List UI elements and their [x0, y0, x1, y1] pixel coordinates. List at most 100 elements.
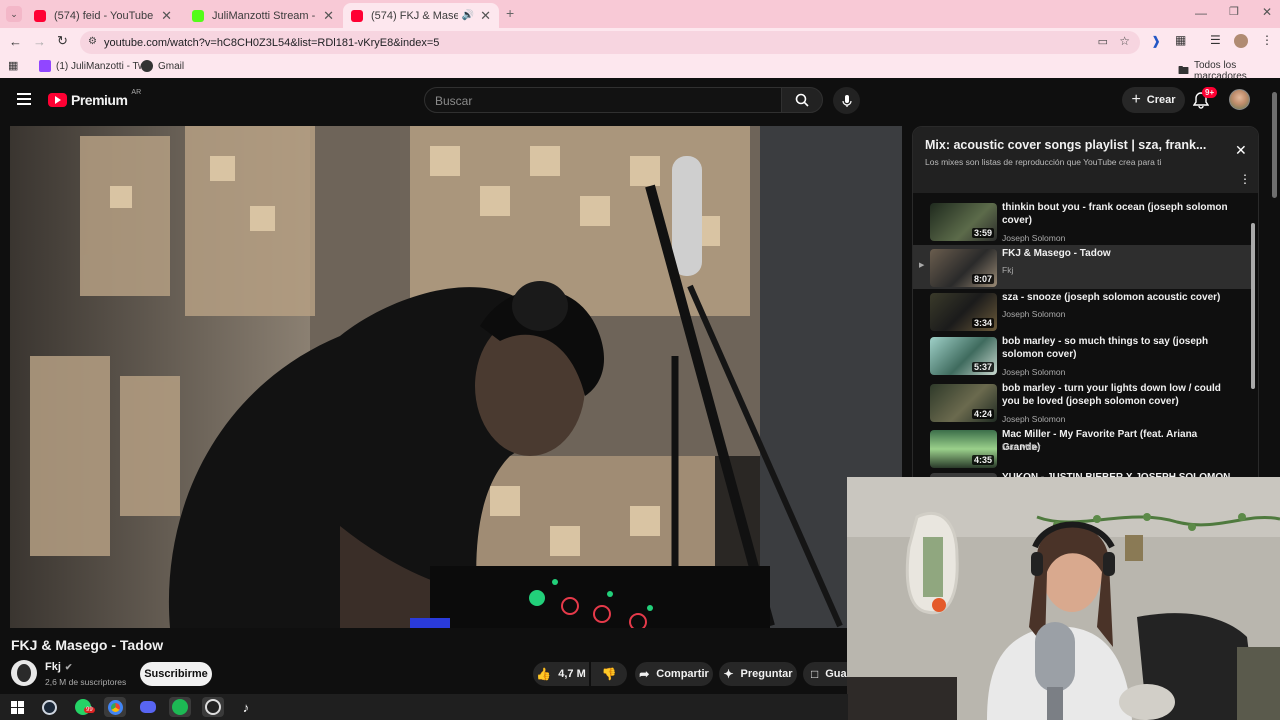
account-avatar[interactable]: [1229, 89, 1250, 110]
playlist-item-channel: Joseph Solomon: [1002, 309, 1066, 319]
youtube-logo[interactable]: Premium AR: [48, 89, 141, 108]
obs-icon[interactable]: [202, 697, 224, 717]
extension-icon[interactable]: ❱: [1151, 34, 1161, 48]
playlist-item[interactable]: 3:59 thinkin bout you - frank ocean (jos…: [913, 199, 1251, 243]
profile-avatar[interactable]: [1234, 34, 1248, 48]
all-bookmarks[interactable]: 🖿 Todos los marcadores: [1178, 60, 1280, 82]
video-thumbnail: 8:07: [930, 249, 997, 287]
playlist-items: 3:59 thinkin bout you - frank ocean (jos…: [913, 199, 1258, 480]
tiktok-icon[interactable]: ♪: [235, 697, 257, 717]
search-button[interactable]: [781, 87, 823, 113]
restore-icon[interactable]: ❐: [1229, 5, 1239, 18]
bookmark-gmail[interactable]: Gmail: [141, 60, 184, 72]
hamburger-menu-icon[interactable]: [17, 93, 31, 105]
playlist-item-current[interactable]: ▶ 8:07 FKJ & Masego - Tadow Fkj: [913, 245, 1251, 289]
windows-taskbar: 99 ♪: [0, 694, 848, 720]
steam-icon[interactable]: [38, 697, 60, 717]
video-thumbnail: 3:34: [930, 293, 997, 331]
share-button[interactable]: ➦ Compartir: [635, 662, 713, 686]
sparkle-icon: ✦: [723, 667, 734, 681]
channel-avatar[interactable]: [11, 660, 37, 686]
whatsapp-icon[interactable]: 99: [72, 697, 95, 717]
address-bar[interactable]: ⚙ youtube.com/watch?v=hC8CH0Z3L54&list=R…: [80, 31, 1140, 54]
apps-grid-icon[interactable]: ▦: [8, 59, 18, 72]
search-input[interactable]: Buscar: [424, 87, 782, 113]
youtube-icon: [351, 9, 363, 22]
folder-icon: 🖿: [1178, 64, 1189, 77]
install-app-icon[interactable]: ▭: [1098, 35, 1108, 48]
webcam-image: [847, 477, 1280, 720]
microphone-icon: [841, 94, 852, 107]
share-label: Compartir: [656, 668, 709, 680]
browser-tab-active[interactable]: (574) FKJ & Masego - Tado... 🔊 ✕: [343, 3, 499, 28]
logo-text: Premium: [71, 92, 128, 108]
playlist-item-title: FKJ & Masego - Tadow: [1002, 248, 1111, 259]
tab-title: (574) feid - YouTube: [54, 9, 154, 22]
notifications-button[interactable]: 9+: [1192, 87, 1218, 110]
like-count: 4,7 M: [558, 668, 586, 680]
voice-search-button[interactable]: [833, 87, 860, 114]
close-tab-icon[interactable]: ✕: [161, 8, 172, 24]
ask-label: Preguntar: [740, 668, 793, 680]
browser-toolbar: ← → ↻ ⚙ youtube.com/watch?v=hC8CH0Z3L54&…: [0, 28, 1280, 56]
back-icon[interactable]: ←: [9, 34, 22, 49]
all-bookmarks-label: Todos los marcadores: [1194, 60, 1247, 82]
bookmark-star-icon[interactable]: ☆: [1119, 34, 1130, 48]
video-player[interactable]: [10, 126, 902, 628]
new-tab-icon[interactable]: +: [506, 5, 514, 21]
playlist-item[interactable]: 5:37 bob marley - so much things to say …: [913, 333, 1251, 377]
close-playlist-icon[interactable]: ✕: [1235, 142, 1247, 159]
reload-icon[interactable]: ↻: [57, 33, 68, 49]
tab-title: (574) FKJ & Masego - Tado...: [371, 9, 458, 22]
chrome-menu-icon[interactable]: ⋮: [1261, 33, 1273, 47]
bookmark-icon: □: [811, 667, 819, 681]
playlist-item[interactable]: 4:35 Mac Miller - My Favorite Part (feat…: [913, 426, 1251, 470]
browser-tab-kick[interactable]: JuliManzotti Stream - Watch Li... ✕: [184, 3, 342, 28]
close-window-icon[interactable]: ✕: [1262, 5, 1272, 19]
create-button[interactable]: + Crear: [1122, 87, 1185, 113]
page-scrollbar[interactable]: [1272, 92, 1277, 198]
site-info-icon[interactable]: ⚙: [88, 36, 97, 47]
duration: 4:35: [971, 455, 994, 465]
tab-search-button[interactable]: ⌄: [6, 6, 22, 22]
playlist-item[interactable]: 3:34 sza - snooze (joseph solomon acoust…: [913, 289, 1251, 333]
speaker-icon[interactable]: 🔊: [462, 10, 474, 21]
forward-icon[interactable]: →: [33, 34, 46, 49]
ask-button[interactable]: ✦ Preguntar: [719, 662, 797, 686]
more-options-icon[interactable]: ⋮: [1239, 172, 1251, 186]
channel-name[interactable]: Fkj ✔: [45, 661, 72, 673]
spotify-icon[interactable]: [169, 697, 191, 717]
close-tab-icon[interactable]: ✕: [480, 8, 491, 24]
bookmark-julimanzotti[interactable]: (1) JuliManzotti - Tw...: [39, 60, 153, 72]
bookmark-label: Gmail: [158, 60, 185, 72]
playlist-header: Mix: acoustic cover songs playlist | sza…: [913, 127, 1258, 193]
youtube-header: Premium AR Buscar + Crear 9+: [0, 80, 1280, 120]
like-button[interactable]: 👍 4,7 M: [533, 662, 589, 686]
playlist-scrollbar[interactable]: [1251, 223, 1255, 389]
media-control-icon[interactable]: ☰: [1210, 33, 1221, 47]
thumbs-down-icon: 👎: [601, 667, 617, 681]
windows-start-icon[interactable]: [6, 697, 28, 717]
playlist-item-title: bob marley - so much things to say (jose…: [1002, 336, 1209, 360]
browser-tab-feid[interactable]: (574) feid - YouTube ✕: [26, 3, 180, 28]
duration: 4:24: [971, 409, 994, 419]
chrome-icon[interactable]: [104, 697, 126, 717]
playlist-item-channel: Joseph Solomon: [1002, 367, 1066, 377]
thumbs-up-icon: 👍: [536, 667, 552, 681]
channel-name-text: Fkj: [45, 661, 61, 673]
now-playing-icon: ▶: [919, 262, 925, 269]
subscribe-button[interactable]: Suscribirme: [140, 662, 212, 686]
gmail-icon: [141, 60, 153, 72]
playlist-item-channel: Joseph Solomon: [1002, 414, 1066, 424]
video-thumbnail: 4:35: [930, 430, 997, 468]
close-tab-icon[interactable]: ✕: [323, 8, 334, 24]
discord-icon[interactable]: [137, 697, 159, 717]
dislike-button[interactable]: 👎: [591, 662, 627, 686]
duration: 5:37: [971, 362, 994, 372]
verified-icon: ✔: [64, 661, 73, 672]
bookmarks-bar: ▦ (1) JuliManzotti - Tw... Gmail 🖿 Todos…: [0, 56, 1280, 82]
plus-icon: +: [1131, 91, 1141, 108]
extensions-puzzle-icon[interactable]: ▦: [1175, 33, 1186, 47]
minimize-icon[interactable]: —: [1195, 6, 1207, 20]
playlist-item[interactable]: 4:24 bob marley - turn your lights down …: [913, 380, 1251, 424]
